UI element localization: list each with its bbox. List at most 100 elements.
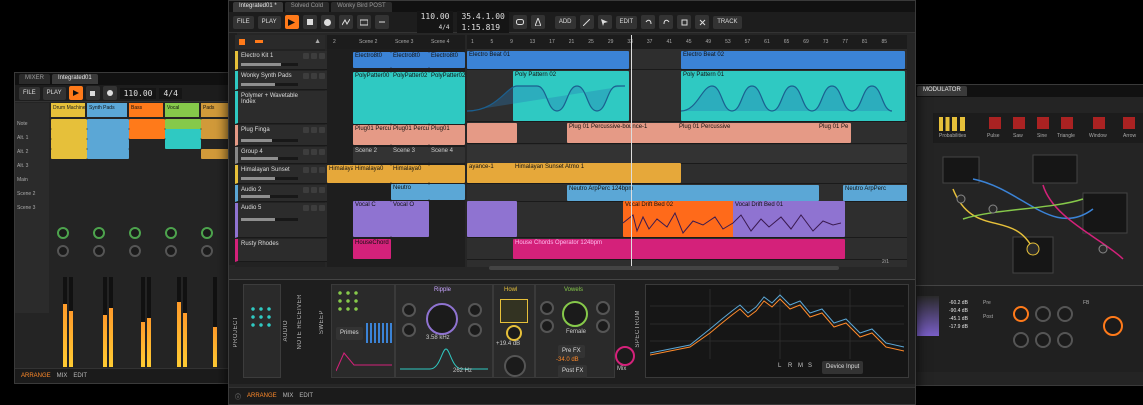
track-mute-button[interactable] bbox=[319, 149, 325, 155]
mod-knob[interactable] bbox=[1057, 306, 1073, 322]
post-label[interactable]: Post bbox=[983, 314, 993, 320]
punch-icon[interactable] bbox=[374, 15, 389, 29]
track-solo-button[interactable] bbox=[311, 187, 317, 193]
send-knob[interactable] bbox=[93, 227, 105, 239]
small-knob[interactable] bbox=[468, 303, 482, 317]
readout-2[interactable]: -90.4 dB bbox=[949, 308, 968, 314]
left-track-scene2[interactable]: Scene 2 bbox=[17, 191, 35, 197]
file-button[interactable]: FILE bbox=[233, 15, 254, 29]
launcher-clip[interactable]: Electro8t0 bbox=[429, 52, 465, 68]
scene-label[interactable]: Scene 3 bbox=[395, 39, 413, 45]
track-volume[interactable] bbox=[241, 195, 298, 198]
arrange-tab[interactable]: ARRANGE bbox=[247, 393, 277, 399]
sweep-grid[interactable] bbox=[336, 289, 362, 315]
launcher-clip[interactable]: HouseChord bbox=[353, 239, 391, 259]
automation-icon[interactable] bbox=[338, 15, 353, 29]
track-record-button[interactable] bbox=[303, 127, 309, 133]
left-clip[interactable] bbox=[129, 129, 165, 139]
timeline-ruler[interactable]: 1591317212529333741454953576165697377818… bbox=[467, 35, 907, 49]
spectrum-graph[interactable] bbox=[650, 289, 904, 359]
track-name[interactable]: Rusty Rhodes bbox=[238, 239, 328, 249]
left-track-alt2[interactable]: Alt. 2 bbox=[17, 149, 28, 155]
arranger-clip[interactable]: Neutro ArpPerc bbox=[843, 185, 907, 201]
ripple-title[interactable]: Ripple bbox=[434, 287, 451, 293]
arranger-clip[interactable]: House Chords Operator 124bpm bbox=[513, 239, 845, 259]
send-knob[interactable] bbox=[201, 227, 213, 239]
channel-m[interactable]: M bbox=[798, 363, 803, 369]
left-tab-mixer[interactable]: MIXER bbox=[19, 74, 51, 84]
vowels-title[interactable]: Vowels bbox=[564, 287, 583, 293]
tab-solved-cold[interactable]: Solved Cold bbox=[284, 2, 330, 12]
left-clip[interactable] bbox=[165, 119, 201, 129]
small-knob[interactable] bbox=[540, 319, 554, 333]
track-header[interactable]: Rusty Rhodes bbox=[235, 239, 328, 262]
left-track-alt1[interactable]: Alt. 1 bbox=[17, 135, 28, 141]
track-header[interactable]: Audio 5 bbox=[235, 203, 328, 238]
left-channel-header-1[interactable]: Drum Machine bbox=[51, 103, 86, 117]
mod-knob[interactable] bbox=[1035, 306, 1051, 322]
launcher-clip[interactable]: Electro8t0 bbox=[391, 52, 429, 68]
probability-bars[interactable] bbox=[939, 117, 965, 131]
pre-label[interactable]: Pre bbox=[983, 300, 991, 306]
track-record-button[interactable] bbox=[303, 167, 309, 173]
track-mute-button[interactable] bbox=[319, 73, 325, 79]
undo-icon[interactable] bbox=[641, 15, 656, 29]
track-mute-button[interactable] bbox=[319, 187, 325, 193]
small-knob[interactable] bbox=[402, 303, 416, 317]
arranger-clip[interactable]: Plug 01 Percussive-bounce-1 bbox=[567, 123, 681, 143]
track-solo-button[interactable] bbox=[311, 127, 317, 133]
launcher-clip[interactable]: Himalaya0 bbox=[327, 165, 355, 183]
track-header[interactable]: Himalayan Sunset bbox=[235, 165, 328, 184]
post-level[interactable]: -34.0 dB bbox=[556, 357, 579, 363]
tab-wonky-bird[interactable]: Wonky Bird POST bbox=[331, 2, 392, 12]
stop-icon[interactable] bbox=[85, 86, 100, 100]
scene-label[interactable]: Scene 4 bbox=[431, 39, 449, 45]
small-knob[interactable] bbox=[402, 323, 416, 337]
left-tab-project[interactable]: Integrated01 bbox=[52, 74, 98, 84]
readout-3[interactable]: -45.1 dB bbox=[949, 316, 968, 322]
overdub-icon[interactable] bbox=[356, 15, 371, 29]
left-clip[interactable] bbox=[51, 149, 87, 159]
vowels-gender[interactable]: Female bbox=[566, 329, 586, 335]
edit-button[interactable]: EDIT bbox=[615, 15, 638, 29]
track-header[interactable]: Polymer + Wavetable Index bbox=[235, 91, 328, 124]
left-channel-header-2[interactable]: Synth Pads bbox=[87, 103, 127, 117]
arranger-clip[interactable]: Neutro ArpPerc 124bpm bbox=[567, 185, 819, 201]
post-fx-button[interactable]: Post FX bbox=[558, 365, 588, 378]
ripple-knob[interactable] bbox=[426, 303, 458, 335]
arranger-clip[interactable]: Plug 01 Pe bbox=[817, 123, 851, 143]
readout-4[interactable]: -17.9 dB bbox=[949, 324, 968, 330]
left-edit-tab[interactable]: EDIT bbox=[73, 373, 87, 379]
left-channel-header-4[interactable]: Vocal bbox=[165, 103, 199, 117]
mod-pulse-swatch[interactable] bbox=[989, 117, 1001, 129]
launcher-clip[interactable]: Plug01 Percu bbox=[353, 125, 391, 145]
project-label[interactable]: PROJECT bbox=[233, 316, 239, 348]
vowels-knob[interactable] bbox=[562, 301, 588, 327]
note-receiver-label[interactable]: NOTE RECEIVER bbox=[297, 294, 303, 350]
left-track-alt3[interactable]: Alt. 3 bbox=[17, 163, 28, 169]
arranger-clip[interactable] bbox=[467, 123, 517, 143]
edit-tab[interactable]: EDIT bbox=[299, 393, 313, 399]
send-knob[interactable] bbox=[93, 245, 105, 257]
left-timesig-display[interactable]: 4/4 bbox=[159, 87, 182, 99]
launcher-clip[interactable]: Himalaya0 bbox=[391, 165, 429, 183]
mod-knob[interactable] bbox=[1013, 306, 1029, 322]
mod-sine-swatch[interactable] bbox=[1037, 117, 1049, 129]
launcher-scene[interactable]: Scene 4 bbox=[429, 147, 465, 163]
automation-curve[interactable] bbox=[467, 81, 907, 121]
launcher-clip[interactable]: Plug01 Percu bbox=[391, 125, 429, 145]
track-solo-button[interactable] bbox=[311, 73, 317, 79]
left-clip[interactable] bbox=[87, 139, 129, 149]
left-clip[interactable] bbox=[51, 139, 87, 149]
list-view-icon[interactable] bbox=[255, 40, 263, 43]
left-clip[interactable] bbox=[165, 129, 201, 139]
track-view-icon[interactable] bbox=[239, 39, 245, 45]
track-header[interactable]: Wonky Synth Pads bbox=[235, 71, 328, 90]
launcher-clip[interactable] bbox=[429, 165, 465, 183]
track-solo-button[interactable] bbox=[311, 205, 317, 211]
select-icon[interactable] bbox=[597, 15, 612, 29]
small-knob[interactable] bbox=[596, 301, 610, 315]
scene-label[interactable]: Scene 2 bbox=[359, 39, 377, 45]
track-volume[interactable] bbox=[241, 157, 298, 160]
track-header[interactable]: Audio 2 bbox=[235, 185, 328, 202]
